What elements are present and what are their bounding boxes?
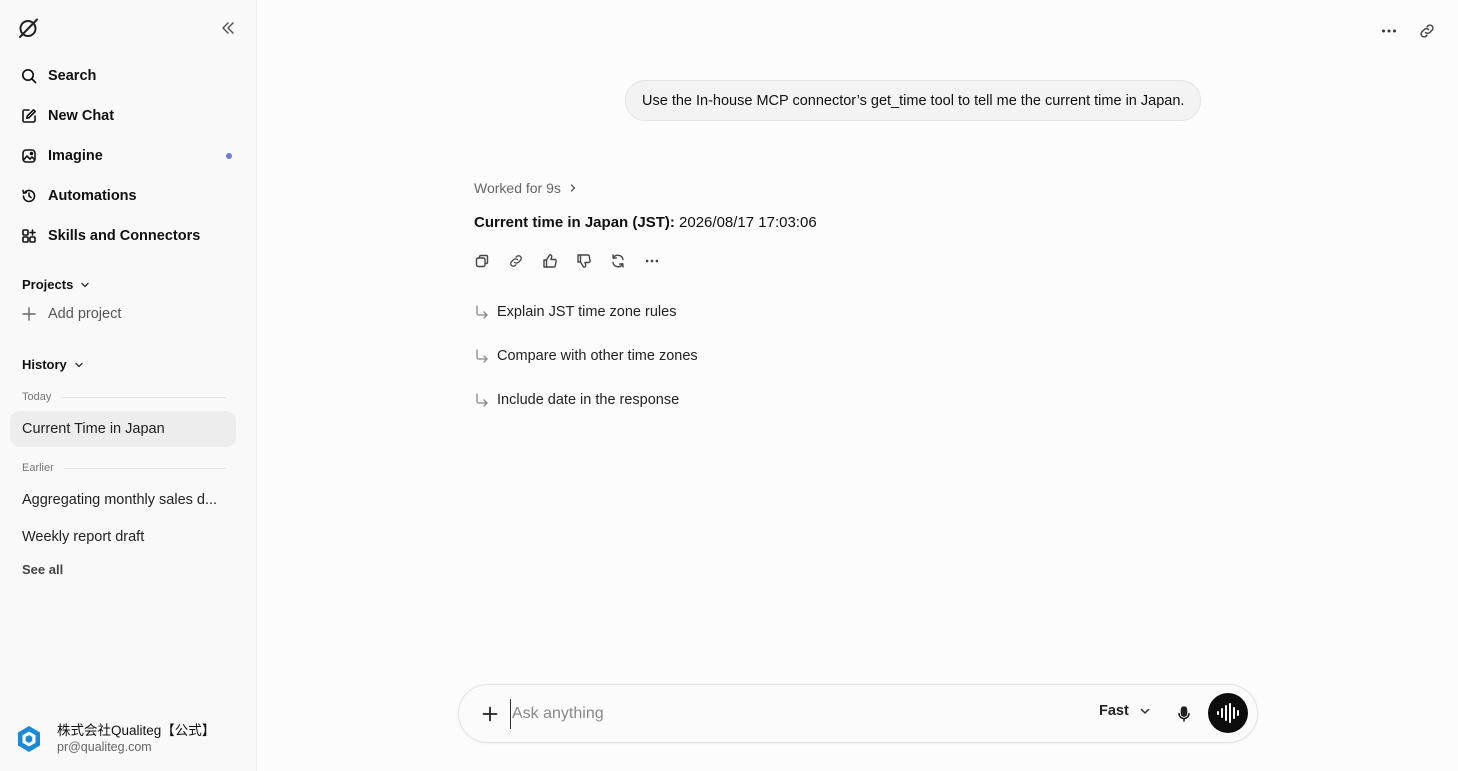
history-toggle[interactable]: History bbox=[22, 357, 85, 372]
reply-arrow-icon bbox=[474, 348, 490, 364]
nav-label: Skills and Connectors bbox=[48, 228, 201, 244]
model-mode-select[interactable]: Fast bbox=[1099, 703, 1151, 719]
more-icon[interactable] bbox=[642, 251, 662, 271]
grok-logo-icon[interactable] bbox=[16, 16, 40, 40]
regenerate-icon[interactable] bbox=[608, 251, 628, 271]
assistant-answer: Current time in Japan (JST): 2026/08/17 … bbox=[474, 214, 817, 231]
history-item[interactable]: Current Time in Japan bbox=[10, 411, 236, 447]
image-icon bbox=[20, 147, 38, 165]
suggestion-label: Explain JST time zone rules bbox=[497, 304, 677, 320]
share-link-button[interactable] bbox=[1416, 20, 1438, 42]
nav-label: Search bbox=[48, 68, 97, 84]
grid-plus-icon bbox=[20, 227, 38, 245]
profile-email: pr@qualiteg.com bbox=[57, 740, 152, 754]
thumbs-up-icon[interactable] bbox=[540, 251, 560, 271]
link-icon[interactable] bbox=[506, 251, 526, 271]
ellipsis-icon bbox=[1382, 29, 1396, 33]
suggestion-item[interactable]: Include date in the response bbox=[474, 392, 679, 408]
search-icon bbox=[20, 67, 38, 85]
suggestion-item[interactable]: Compare with other time zones bbox=[474, 348, 698, 364]
nav-search[interactable]: Search bbox=[10, 58, 236, 94]
plus-icon bbox=[22, 307, 36, 321]
message-actions bbox=[472, 251, 676, 271]
history-item[interactable]: Aggregating monthly sales d... bbox=[10, 482, 236, 518]
link-icon bbox=[1420, 24, 1434, 38]
copy-icon[interactable] bbox=[472, 251, 492, 271]
see-all-link[interactable]: See all bbox=[22, 562, 63, 577]
history-group-today: Today bbox=[22, 391, 226, 403]
worked-label: Worked for 9s bbox=[474, 180, 561, 196]
divider bbox=[63, 467, 226, 469]
history-label: History bbox=[22, 357, 67, 372]
answer-label: Current time in Japan (JST): bbox=[474, 214, 675, 231]
group-label: Earlier bbox=[22, 462, 54, 474]
collapse-sidebar-icon[interactable] bbox=[218, 18, 238, 38]
attach-plus-icon[interactable] bbox=[479, 703, 501, 725]
nav-label: Imagine bbox=[48, 148, 103, 164]
projects-label: Projects bbox=[22, 277, 74, 292]
history-item[interactable]: Weekly report draft bbox=[10, 519, 236, 555]
nav-automations[interactable]: Automations bbox=[10, 178, 236, 214]
chat-input[interactable] bbox=[510, 699, 1030, 729]
suggestion-item[interactable]: Explain JST time zone rules bbox=[474, 304, 676, 320]
nav-new-chat[interactable]: New Chat bbox=[10, 98, 236, 134]
new-indicator-dot bbox=[226, 153, 232, 159]
sidebar: Search New Chat Imagine Automations Skil… bbox=[0, 0, 257, 771]
projects-toggle[interactable]: Projects bbox=[22, 277, 91, 292]
add-project-label: Add project bbox=[48, 306, 122, 322]
history-group-earlier: Earlier bbox=[22, 462, 226, 474]
profile-menu[interactable]: 株式会社Qualiteg【公式】 pr@qualiteg.com bbox=[14, 722, 215, 755]
worked-for-toggle[interactable]: Worked for 9s bbox=[474, 180, 579, 196]
clock-icon bbox=[20, 187, 38, 205]
nav-imagine[interactable]: Imagine bbox=[10, 138, 236, 174]
chevron-down-icon bbox=[1139, 705, 1151, 717]
chevron-right-icon bbox=[567, 182, 579, 194]
suggestion-label: Include date in the response bbox=[497, 392, 680, 408]
composer: Fast bbox=[458, 684, 1258, 743]
reply-arrow-icon bbox=[474, 392, 490, 408]
waveform-icon bbox=[1217, 703, 1239, 723]
nav-label: New Chat bbox=[48, 108, 115, 124]
reply-arrow-icon bbox=[474, 304, 490, 320]
microphone-icon[interactable] bbox=[1173, 703, 1195, 725]
chevron-down-icon bbox=[73, 359, 85, 371]
suggestion-label: Compare with other time zones bbox=[497, 348, 698, 364]
mode-label: Fast bbox=[1099, 703, 1129, 719]
user-message: Use the In-house MCP connector’s get_tim… bbox=[625, 80, 1202, 121]
edit-icon bbox=[20, 107, 38, 125]
voice-mode-button[interactable] bbox=[1208, 693, 1248, 733]
group-label: Today bbox=[22, 391, 52, 403]
nav-label: Automations bbox=[48, 188, 137, 204]
answer-value: 2026/08/17 17:03:06 bbox=[674, 214, 817, 231]
profile-name: 株式会社Qualiteg【公式】 bbox=[57, 723, 216, 738]
chevron-down-icon bbox=[79, 279, 91, 291]
add-project-button[interactable]: Add project bbox=[22, 306, 121, 322]
divider bbox=[61, 396, 226, 398]
more-options-button[interactable] bbox=[1378, 20, 1400, 42]
avatar bbox=[14, 724, 44, 754]
thumbs-down-icon[interactable] bbox=[574, 251, 594, 271]
nav-skills-and-connectors[interactable]: Skills and Connectors bbox=[10, 218, 236, 254]
